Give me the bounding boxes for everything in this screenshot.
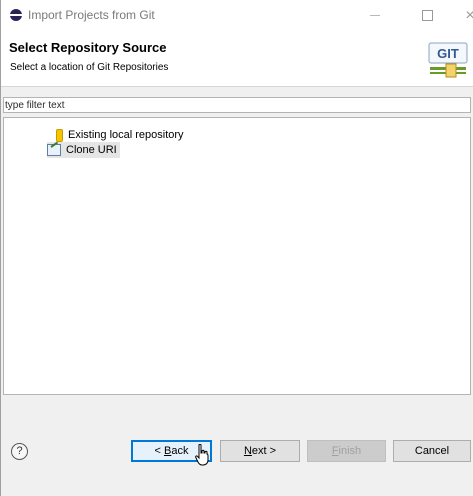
mouse-pointer-icon bbox=[195, 444, 209, 466]
next-label: ext > bbox=[251, 445, 277, 457]
help-icon: ? bbox=[16, 445, 23, 457]
import-dialog: Import Projects from Git × Select Reposi… bbox=[0, 0, 473, 496]
cancel-label: Cancel bbox=[414, 445, 450, 457]
wizard-header: Select Repository Source Select a locati… bbox=[1, 31, 473, 87]
finish-mnemonic: F bbox=[331, 445, 339, 457]
finish-button[interactable]: Finish bbox=[307, 440, 386, 462]
filter-input[interactable] bbox=[3, 97, 471, 113]
next-mnemonic: N bbox=[243, 445, 252, 457]
finish-label: inish bbox=[338, 445, 362, 457]
maximize-button[interactable] bbox=[404, 0, 450, 31]
window-title: Import Projects from Git bbox=[28, 8, 155, 22]
minimize-icon bbox=[370, 15, 380, 17]
close-button[interactable]: × bbox=[447, 0, 473, 31]
minimize-button[interactable] bbox=[352, 0, 398, 31]
page-title: Select Repository Source bbox=[9, 40, 167, 55]
title-bar[interactable]: Import Projects from Git × bbox=[1, 0, 473, 31]
eclipse-icon bbox=[10, 9, 22, 21]
tree-item-label: Clone URI bbox=[66, 144, 117, 156]
tree-item-clone-uri[interactable]: Clone URI bbox=[47, 142, 120, 158]
help-button[interactable]: ? bbox=[11, 443, 28, 460]
maximize-icon bbox=[421, 10, 433, 22]
tree-item-existing-local-repository[interactable]: Existing local repository bbox=[54, 127, 184, 143]
page-description: Select a location of Git Repositories bbox=[10, 62, 169, 73]
cancel-button[interactable]: Cancel bbox=[393, 440, 471, 462]
git-logo-icon: GIT bbox=[428, 42, 468, 78]
repository-icon bbox=[56, 128, 63, 142]
tree-item-label: Existing local repository bbox=[68, 129, 184, 141]
repository-source-tree[interactable]: Existing local repository Clone URI bbox=[3, 117, 471, 395]
git-logo-text: GIT bbox=[437, 46, 459, 61]
back-prefix: < bbox=[154, 445, 164, 457]
close-icon: × bbox=[465, 7, 473, 24]
next-button[interactable]: Next > bbox=[220, 440, 300, 462]
back-label: ack bbox=[171, 445, 189, 457]
clone-uri-icon bbox=[47, 144, 61, 157]
